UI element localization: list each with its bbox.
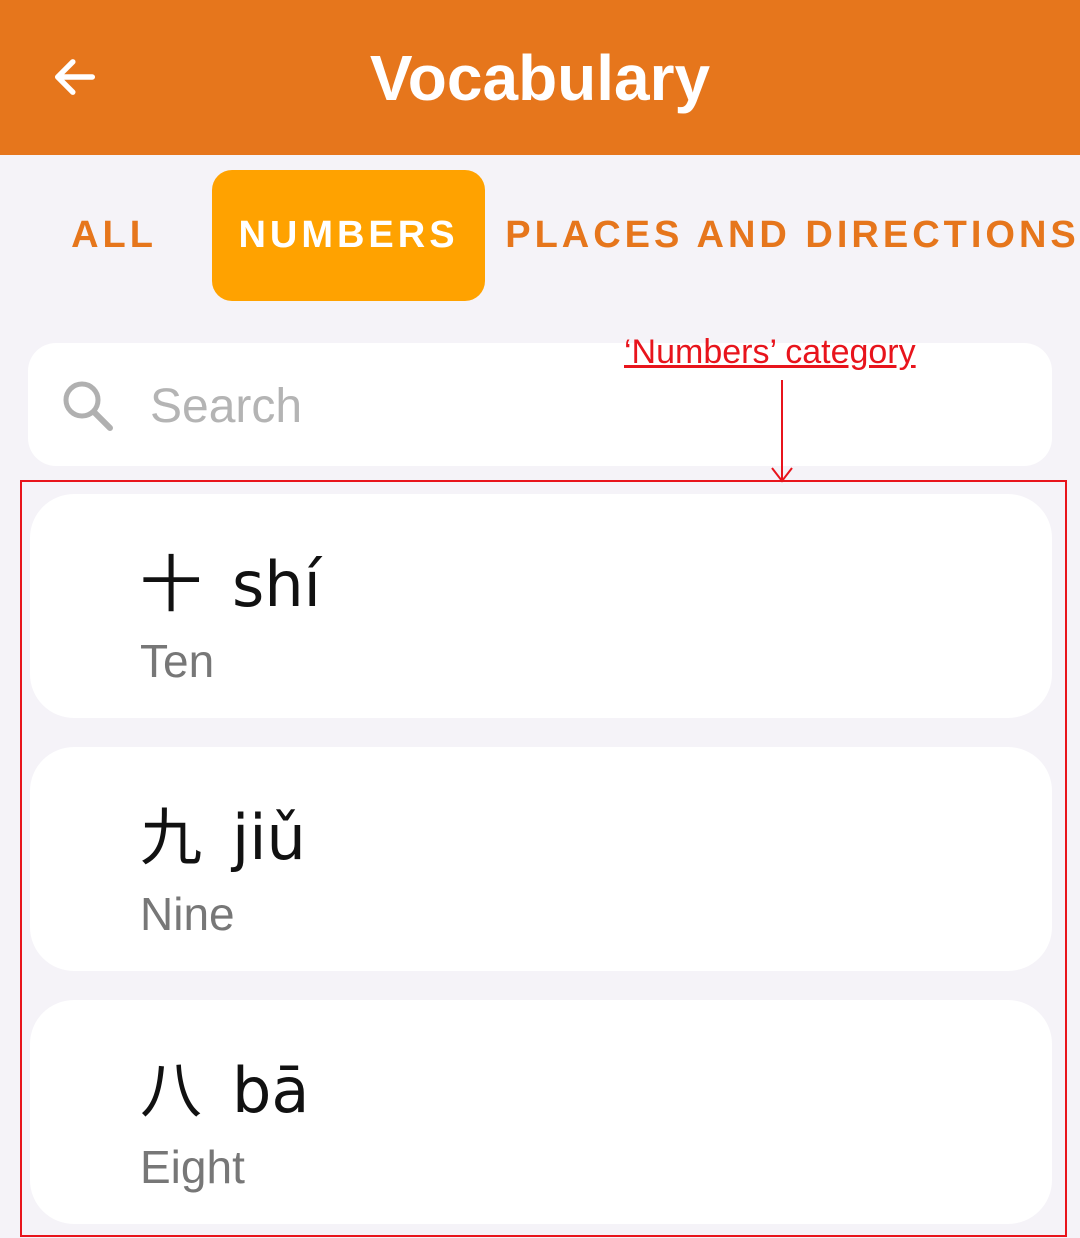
word-meaning: Nine — [140, 888, 235, 940]
word-heading: 八 bā — [140, 1040, 309, 1130]
word-heading: 十 shí — [140, 534, 321, 624]
word-card-eight[interactable]: 八 bā Eight — [30, 1000, 1052, 1224]
word-card-ten[interactable]: 十 shí Ten — [30, 494, 1052, 718]
tab-places-and-directions[interactable]: PLACES AND DIRECTIONS — [505, 170, 1080, 301]
annotation-arrow-icon — [771, 380, 793, 483]
hanzi-character: 八 — [140, 1054, 203, 1127]
word-meaning: Ten — [140, 635, 215, 687]
search-icon — [63, 381, 113, 431]
arrow-left-icon — [54, 59, 96, 95]
search-input[interactable] — [150, 370, 1010, 442]
category-tabs: ALL NUMBERS PLACES AND DIRECTIONS — [0, 170, 1080, 302]
tab-all[interactable]: ALL — [50, 170, 178, 301]
pinyin: bā — [232, 1054, 310, 1127]
back-button[interactable] — [38, 40, 112, 114]
annotation-label: ‘Numbers’ category — [624, 333, 916, 371]
tab-numbers[interactable]: NUMBERS — [212, 170, 485, 301]
app-bar — [0, 0, 1080, 155]
word-card-nine[interactable]: 九 jiǔ Nine — [30, 747, 1052, 971]
word-heading: 九 jiǔ — [140, 787, 306, 877]
hanzi-character: 九 — [140, 801, 203, 874]
word-meaning: Eight — [140, 1141, 245, 1193]
hanzi-character: 十 — [140, 548, 203, 621]
pinyin: shí — [232, 548, 321, 621]
pinyin: jiǔ — [232, 801, 306, 874]
